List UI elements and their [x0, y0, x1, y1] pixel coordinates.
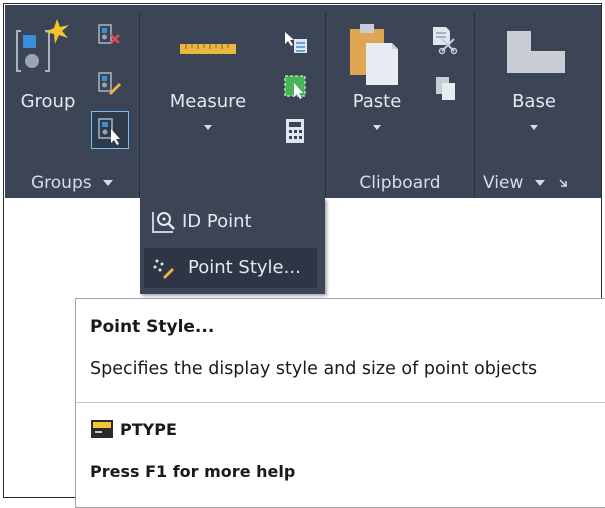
ptype-command-icon — [90, 418, 114, 440]
base-dropdown-caret[interactable] — [530, 125, 538, 130]
ribbon: Group Groups Measure Paste Clipboard Bas… — [5, 5, 601, 198]
point-style-icon — [150, 255, 176, 281]
ungroup-icon[interactable] — [95, 21, 123, 49]
menu-item-id-point[interactable]: ID Point — [144, 202, 317, 242]
groups-panel-title-label: Groups — [30, 173, 92, 193]
groups-panel-title[interactable]: Groups — [5, 168, 139, 198]
tooltip-title: Point Style... — [90, 317, 215, 337]
select-all-icon[interactable] — [282, 73, 310, 101]
quick-calc-icon[interactable] — [284, 117, 308, 145]
view-panel-title-label: View — [483, 173, 524, 193]
tooltip-command: PTYPE — [120, 420, 177, 439]
clipboard-panel: Paste Clipboard — [326, 5, 474, 198]
measure-icon[interactable] — [180, 41, 236, 57]
base-view-icon[interactable] — [505, 29, 567, 75]
tooltip: Point Style... Specifies the display sty… — [75, 298, 605, 508]
tooltip-description: Specifies the display style and size of … — [90, 359, 538, 379]
measure-button-label[interactable]: Measure — [162, 91, 254, 112]
group-edit-icon[interactable] — [95, 69, 123, 97]
tooltip-help: Press F1 for more help — [90, 462, 296, 481]
group-icon[interactable] — [15, 17, 75, 81]
menu-item-point-style[interactable]: Point Style... — [144, 248, 317, 288]
cut-icon[interactable] — [430, 25, 458, 55]
measure-dropdown-menu: ID Point Point Style... — [140, 198, 325, 294]
paste-icon[interactable] — [348, 21, 400, 87]
menu-item-label: ID Point — [182, 211, 252, 232]
utilities-panel: Measure — [140, 5, 325, 198]
dialog-launcher-icon[interactable] — [558, 168, 568, 198]
chevron-down-icon — [103, 180, 114, 186]
group-selection-icon[interactable] — [91, 111, 129, 149]
copy-icon[interactable] — [434, 75, 458, 103]
tooltip-divider — [76, 402, 605, 403]
paste-dropdown-caret[interactable] — [373, 125, 381, 130]
base-button-label[interactable]: Base — [501, 91, 567, 112]
clipboard-panel-title: Clipboard — [359, 173, 441, 193]
group-button-label[interactable]: Group — [15, 91, 81, 112]
groups-panel: Group Groups — [5, 5, 139, 198]
measure-dropdown-caret[interactable] — [204, 125, 212, 130]
paste-button-label[interactable]: Paste — [344, 91, 410, 112]
quick-select-icon[interactable] — [282, 29, 310, 57]
chevron-down-icon — [534, 180, 545, 186]
menu-item-label: Point Style... — [188, 257, 301, 278]
view-panel: Base View — [475, 5, 601, 198]
view-panel-title[interactable]: View — [475, 168, 601, 198]
id-point-icon — [150, 209, 176, 235]
